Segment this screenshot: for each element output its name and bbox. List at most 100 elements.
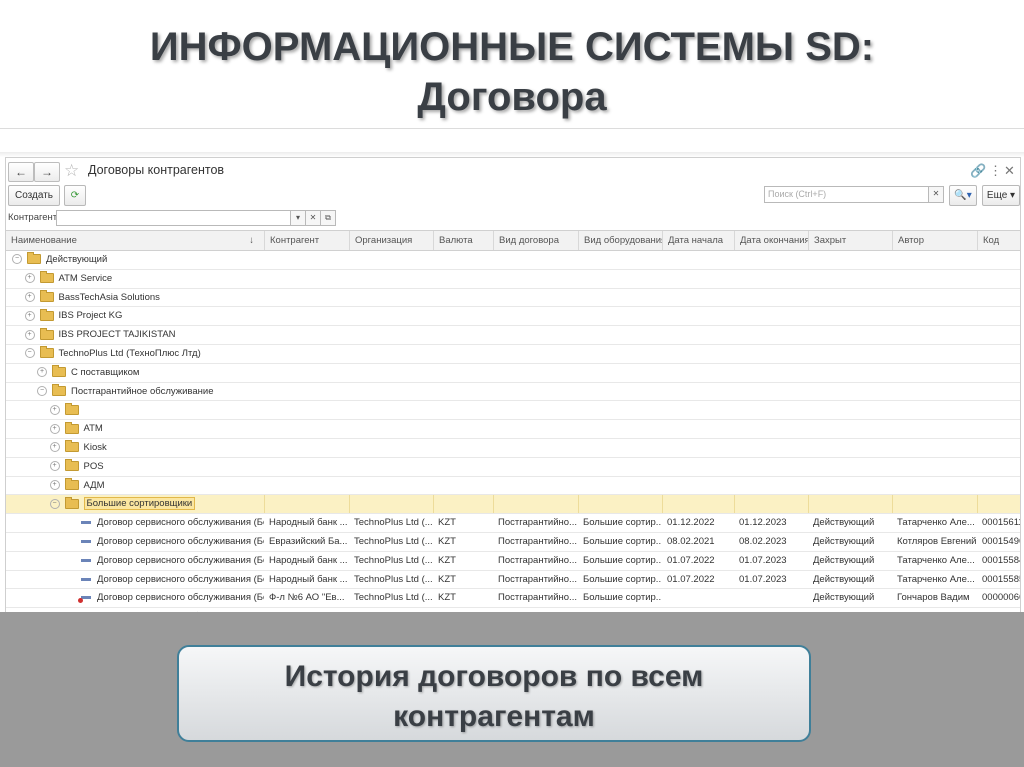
- column-header[interactable]: Организация: [349, 231, 433, 250]
- back-button[interactable]: ←: [8, 162, 34, 182]
- sort-desc-icon: ↓: [249, 235, 254, 246]
- close-icon[interactable]: ✕: [1004, 163, 1015, 179]
- expand-icon[interactable]: +: [24, 329, 35, 340]
- cell-equipment: Большие сортир...: [583, 573, 662, 585]
- tree-row[interactable]: + IBS Project KG: [6, 307, 1020, 327]
- tree-row[interactable]: + IBS PROJECT TAJIKISTAN: [6, 326, 1020, 345]
- collapse-icon[interactable]: −: [49, 498, 60, 509]
- cell-start: 01.07.2022: [667, 573, 715, 585]
- tree-row[interactable]: − Большие сортировщики: [6, 495, 1020, 515]
- folder-icon: [39, 346, 54, 359]
- tree-row[interactable]: − Постгарантийное обслуживание: [6, 383, 1020, 402]
- search-clear-button[interactable]: ✕: [928, 186, 944, 203]
- filter-clear-button[interactable]: ✕: [305, 210, 321, 226]
- column-header[interactable]: Автор: [892, 231, 977, 250]
- tree-row[interactable]: − TechnoPlus Ltd (ТехноПлюс Лтд): [6, 345, 1020, 364]
- folder-icon: [64, 440, 79, 453]
- tree-row[interactable]: + BassTechAsia Solutions: [6, 289, 1020, 308]
- cell-closed: Действующий: [813, 535, 875, 547]
- tree-row[interactable]: + С поставщиком: [6, 364, 1020, 383]
- more-vertical-icon[interactable]: ⋮: [989, 163, 1002, 179]
- expand-icon[interactable]: +: [49, 461, 60, 472]
- refresh-button[interactable]: ⟳: [64, 185, 86, 206]
- tree-row-label: POS: [83, 460, 104, 472]
- open-button[interactable]: ⧉: [320, 210, 336, 226]
- forward-button[interactable]: →: [34, 162, 60, 182]
- cell-code: 00000066: [982, 592, 1020, 604]
- folder-icon: [27, 252, 41, 265]
- tree-row-label: АДМ: [83, 479, 105, 491]
- cell-org: TechnoPlus Ltd (...: [354, 517, 433, 529]
- cell-divider: [349, 495, 350, 514]
- table-row[interactable]: Договор сервисного обслуживания (Бол... Н…: [6, 571, 1020, 590]
- column-header[interactable]: Дата окончания: [734, 231, 808, 250]
- cell-currency: KZT: [438, 535, 456, 547]
- table-row[interactable]: Договор сервисного обслуживания (Бол... Ф…: [6, 589, 1020, 609]
- star-icon[interactable]: ☆: [64, 161, 79, 181]
- cell-org: TechnoPlus Ltd (...: [354, 535, 433, 547]
- folder-icon: [64, 478, 79, 491]
- column-header[interactable]: Вид договора: [493, 231, 578, 250]
- tree-row-label: Действующий: [46, 254, 108, 265]
- more-button[interactable]: Еще ▾: [982, 185, 1020, 206]
- collapse-icon[interactable]: −: [12, 254, 22, 265]
- folder-icon: [39, 308, 54, 321]
- slide-title-line1: ИНФОРМАЦИОННЫЕ СИСТЕМЫ SD:: [149, 25, 875, 69]
- cell-author: Гончаров Вадим: [897, 592, 970, 604]
- column-header[interactable]: Контрагент: [264, 231, 349, 250]
- cell-divider: [264, 495, 265, 514]
- collapse-icon[interactable]: −: [37, 386, 47, 397]
- filter-label: Контрагент:: [8, 212, 60, 223]
- cell-start: 01.07.2022: [667, 554, 715, 566]
- expand-icon[interactable]: +: [49, 480, 60, 491]
- expand-icon[interactable]: +: [24, 292, 35, 303]
- expand-icon[interactable]: +: [24, 273, 35, 284]
- column-header[interactable]: Наименование ↓: [6, 231, 264, 250]
- table-row[interactable]: Договор сервисного обслуживания (Бол... Н…: [6, 552, 1020, 571]
- cell-code: 00015584: [982, 554, 1020, 566]
- tree-row[interactable]: + АДМ: [6, 477, 1020, 496]
- column-header[interactable]: Дата начала: [662, 231, 734, 250]
- search-input[interactable]: Поиск (Ctrl+F): [764, 186, 935, 203]
- callout-line1: История договоров по всем: [284, 660, 704, 693]
- cell-closed: Действующий: [813, 592, 875, 604]
- cell-name: Договор сервисного обслуживания (Бол...: [76, 571, 264, 589]
- column-header[interactable]: Валюта: [433, 231, 493, 250]
- tree-row[interactable]: + ATM: [6, 420, 1020, 439]
- expand-icon[interactable]: +: [49, 442, 60, 453]
- expand-icon[interactable]: +: [49, 423, 60, 434]
- callout-box: История договоров по всем контрагентам: [177, 645, 811, 742]
- tree-row[interactable]: + ATM Service: [6, 270, 1020, 289]
- cell-equipment: Большие сортир...: [583, 535, 662, 547]
- cell-name: Договор сервисного обслуживания (Бол...: [76, 552, 264, 570]
- column-header[interactable]: Вид оборудования: [578, 231, 662, 250]
- link-icon[interactable]: 🔗: [970, 163, 986, 179]
- table-row[interactable]: Договор сервисного обслуживания (Бол... Е…: [6, 533, 1020, 552]
- counterparty-filter-input[interactable]: [56, 210, 291, 226]
- cell-org: TechnoPlus Ltd (...: [354, 573, 433, 585]
- cell-type: Постгарантийно...: [498, 554, 577, 566]
- expand-icon[interactable]: +: [37, 367, 47, 378]
- search-button[interactable]: 🔍▾: [949, 185, 977, 206]
- more-label: Еще: [986, 190, 1008, 201]
- search-icon: 🔍▾: [954, 190, 972, 201]
- column-header[interactable]: Код: [977, 231, 1020, 250]
- tree-row[interactable]: − Действующий: [6, 251, 1020, 270]
- folder-icon: [39, 290, 54, 303]
- cell-code: 00015585: [982, 573, 1020, 585]
- tree-row[interactable]: +: [6, 401, 1020, 421]
- expand-icon[interactable]: +: [49, 404, 60, 415]
- cell-end: [734, 589, 808, 607]
- expand-icon[interactable]: +: [24, 310, 35, 321]
- cell-type: Постгарантийно...: [498, 573, 577, 585]
- tree-row[interactable]: + Kiosk: [6, 439, 1020, 458]
- cell-equipment: Большие сортир...: [583, 554, 662, 566]
- cell-divider: [977, 495, 978, 514]
- tree-row-label: IBS Project KG: [58, 310, 123, 322]
- table-row[interactable]: Договор сервисного обслуживания (Бол... Н…: [6, 514, 1020, 533]
- tree-row[interactable]: + POS: [6, 458, 1020, 477]
- create-button[interactable]: Создать: [8, 185, 60, 206]
- collapse-icon[interactable]: −: [24, 348, 35, 359]
- dropdown-button[interactable]: ▾: [290, 210, 306, 226]
- column-header[interactable]: Захрыт: [808, 231, 892, 250]
